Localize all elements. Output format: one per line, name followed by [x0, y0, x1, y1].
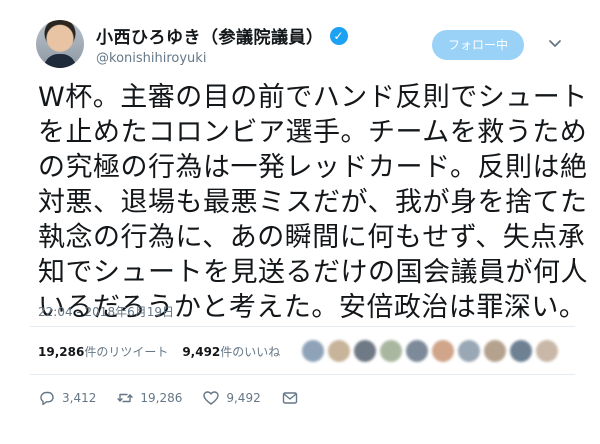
like-stat-count: 9,492: [182, 345, 221, 359]
tweet-timestamp[interactable]: 22:04 - 2018年6月19日: [38, 303, 174, 320]
direct-message-button[interactable]: [281, 389, 305, 407]
retweet-icon: [117, 393, 134, 403]
heart-icon: [203, 391, 220, 405]
reply-button[interactable]: 3,412: [38, 389, 96, 407]
liker-avatar[interactable]: [380, 340, 402, 362]
reply-count: 3,412: [62, 391, 97, 405]
divider: [30, 326, 575, 327]
tweet-actions: 3,412 19,286 9,492: [38, 389, 325, 407]
liker-avatar[interactable]: [302, 340, 324, 362]
tweet-card: 小西ひろゆき（参議院議員） ✓ @konishihiroyuki フォロー中 W…: [0, 0, 600, 444]
like-stat[interactable]: 9,492件のいいね: [182, 343, 280, 360]
retweet-button[interactable]: 19,286: [116, 389, 182, 407]
like-stat-label: 件のいいね: [220, 345, 281, 359]
chevron-down-icon[interactable]: [546, 34, 564, 52]
liker-avatar[interactable]: [354, 340, 376, 362]
retweet-stat-label: 件のリツイート: [84, 345, 169, 359]
reply-icon: [40, 391, 54, 406]
retweet-count: 19,286: [140, 391, 183, 405]
engagement-stats: 19,286件のリツイート 9,492件のいいね: [38, 343, 280, 360]
tweet-text: W杯。主審の目の前でハンド反則でシュート を止めたコロンビア選手。チームを救うた…: [38, 80, 588, 325]
envelope-icon: [282, 392, 297, 404]
display-name[interactable]: 小西ひろゆき（参議院議員）: [96, 23, 324, 48]
like-button[interactable]: 9,492: [202, 389, 261, 407]
tweet-text-line: 知でシュートを見送るだけの国会議員が何人: [38, 257, 588, 288]
liker-avatar[interactable]: [510, 340, 532, 362]
tweet-text-line: の究極の行為は一発レッドカード。反則は絶: [38, 152, 588, 183]
author-name-row[interactable]: 小西ひろゆき（参議院議員） ✓: [96, 23, 348, 48]
divider: [30, 374, 575, 375]
tweet-text-line: 対悪、退場も最悪ミスだが、我が身を捨てた: [38, 187, 588, 218]
liker-avatar[interactable]: [484, 340, 506, 362]
retweet-stat-count: 19,286: [38, 345, 85, 359]
liker-avatar[interactable]: [406, 340, 428, 362]
user-handle[interactable]: @konishihiroyuki: [96, 51, 206, 66]
liker-avatar[interactable]: [432, 340, 454, 362]
following-button[interactable]: フォロー中: [432, 30, 524, 60]
tweet-text-line: を止めたコロンビア選手。チームを救うため: [38, 117, 588, 148]
liker-avatar[interactable]: [536, 340, 558, 362]
liker-avatars: [302, 340, 562, 362]
liker-avatar[interactable]: [458, 340, 480, 362]
avatar[interactable]: [36, 20, 84, 68]
tweet-text-line: 執念の行為に、あの瞬間に何もせず、失点承: [38, 222, 586, 253]
verified-badge-icon: ✓: [329, 26, 348, 45]
like-count: 9,492: [226, 391, 261, 405]
liker-avatar[interactable]: [328, 340, 350, 362]
retweet-stat[interactable]: 19,286件のリツイート: [38, 343, 168, 360]
tweet-text-line: W杯。主審の目の前でハンド反則でシュート: [38, 82, 588, 113]
